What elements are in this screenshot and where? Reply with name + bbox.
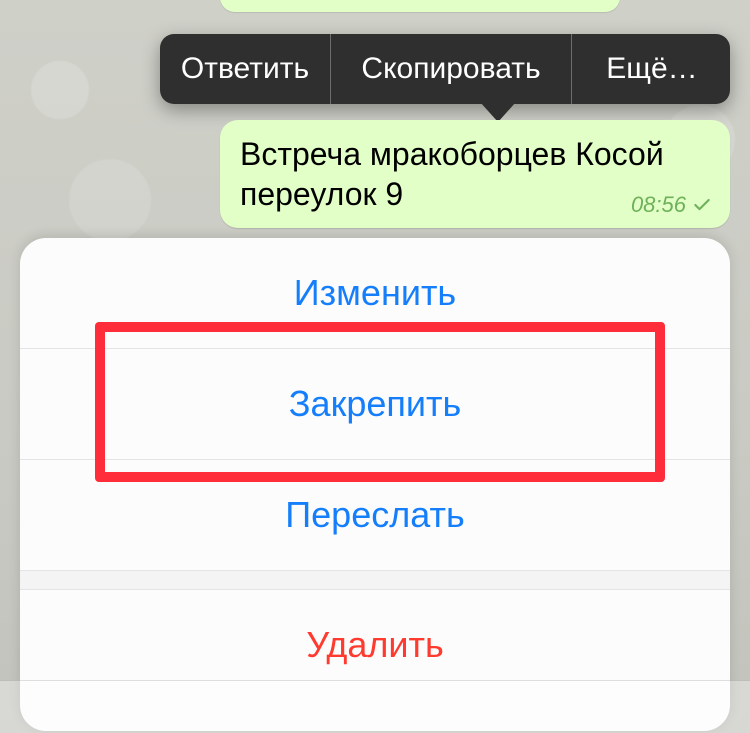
- popover-more-label: Ещё…: [606, 52, 697, 86]
- message-bubble-partial: [220, 0, 620, 12]
- popover-reply[interactable]: Ответить: [160, 34, 331, 104]
- popover-reply-label: Ответить: [181, 52, 309, 86]
- action-forward-label: Переслать: [285, 494, 464, 536]
- action-forward[interactable]: Переслать: [20, 460, 730, 570]
- action-sheet: Изменить Закрепить Переслать Удалить: [20, 238, 730, 731]
- action-delete-label: Удалить: [306, 624, 443, 666]
- action-edit[interactable]: Изменить: [20, 238, 730, 349]
- context-popover: Ответить Скопировать Ещё…: [160, 34, 730, 104]
- chat-viewport: Ответить Скопировать Ещё… Встреча мракоб…: [0, 0, 750, 733]
- message-time: 08:56: [631, 192, 686, 218]
- action-pin[interactable]: Закрепить: [20, 349, 730, 460]
- sheet-spacer: [20, 570, 730, 590]
- message-bubble[interactable]: Встреча мракоборцев Косой переулок 9 08:…: [220, 120, 730, 228]
- popover-copy-label: Скопировать: [361, 52, 540, 86]
- action-edit-label: Изменить: [294, 272, 456, 314]
- action-pin-label: Закрепить: [289, 383, 461, 425]
- check-icon: [692, 195, 712, 215]
- dimmed-input-bar: [0, 680, 750, 733]
- popover-copy[interactable]: Скопировать: [331, 34, 572, 104]
- message-meta: 08:56: [631, 192, 712, 218]
- popover-more[interactable]: Ещё…: [572, 34, 732, 104]
